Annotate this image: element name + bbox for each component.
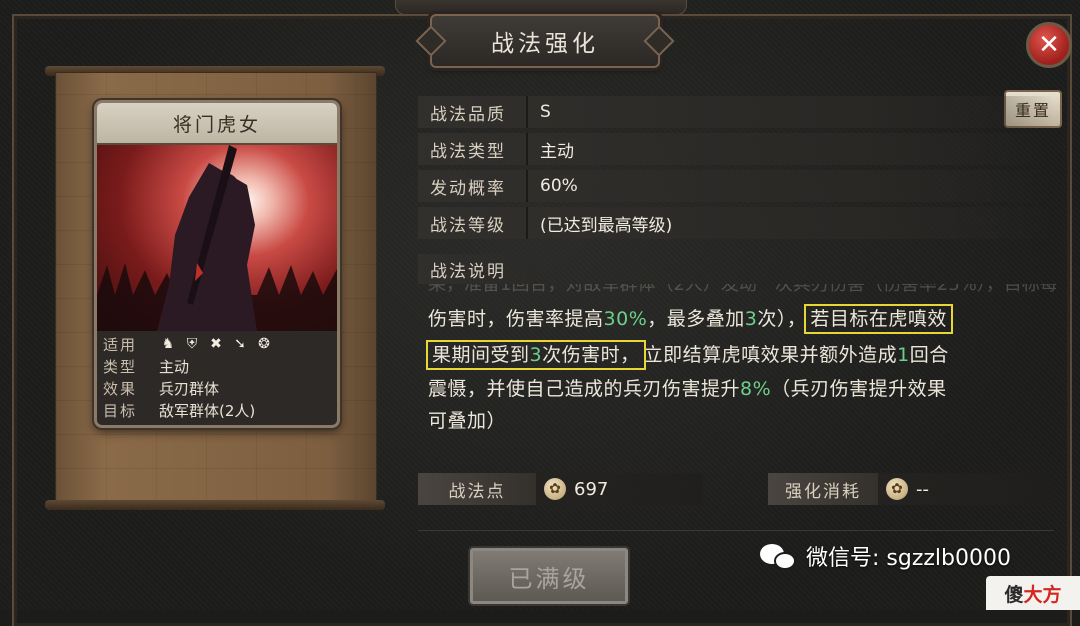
attr-value-level: (已达到最高等级) (540, 215, 673, 236)
attr-row-chance: 发动概率 60% (418, 170, 1054, 202)
info-value-type: 主动 (159, 357, 190, 376)
description-ghost-line: 果，准备1回合，对敌军群体（2人）发动一次兵刃伤害（伤害率25%），目标每次受到 (428, 284, 1056, 295)
description-line-4: 可叠加） (428, 410, 507, 432)
scroll-rod-bottom (45, 500, 385, 510)
tactic-card: 将门虎女 适用 ♞ ⛨ ✖ ➘ ❂ 类型 主动 效果 兵刃群体 目标 敌军群体(… (94, 100, 340, 428)
upgrade-cost-value: -- (916, 478, 929, 500)
info-value-target: 敌军群体(2人) (159, 401, 256, 420)
description-line-1: 伤害时，伤害率提高30%，最多叠加3次）， 若目标在虎嗔效 (428, 304, 953, 334)
site-logo: 傻大方 (986, 576, 1080, 610)
upgrade-cost-label: 强化消耗 (768, 473, 878, 505)
cavalry-icon: ♞ (161, 336, 175, 352)
card-info-row-type: 类型 主动 (103, 355, 331, 377)
highlight-box-2: 果期间受到3次伤害时， (426, 340, 646, 370)
card-info: 适用 ♞ ⛨ ✖ ➘ ❂ 类型 主动 效果 兵刃群体 目标 敌军群体(2人) (97, 331, 337, 423)
card-info-row-apply: 适用 ♞ ⛨ ✖ ➘ ❂ (103, 333, 331, 355)
info-value-effect: 兵刃群体 (159, 379, 220, 398)
card-title: 将门虎女 (97, 103, 337, 145)
tactic-points-label: 战法点 (418, 473, 536, 505)
attr-value-type: 主动 (540, 141, 574, 162)
description-label: 战法说明 (418, 254, 538, 284)
attr-row-type: 战法类型 主动 (418, 133, 1054, 165)
max-level-button[interactable]: 已满级 (470, 548, 628, 604)
description-line-3: 震慑，并使自己造成的兵刃伤害提升8%（兵刃伤害提升效果 (428, 378, 947, 400)
troop-icons: ♞ ⛨ ✖ ➘ ❂ (159, 335, 273, 353)
tactic-points-value: 697 (574, 478, 609, 500)
description-line-2: 果期间受到3次伤害时， 立即结算虎嗔效果并额外造成1回合 (426, 340, 949, 370)
close-icon: ✕ (1038, 30, 1060, 60)
watermark: 微信号: sgzzlb0000 (758, 540, 1011, 572)
close-button[interactable]: ✕ (1026, 22, 1072, 68)
info-label-apply: 适用 (103, 335, 138, 354)
shield-icon: ⛨ (186, 336, 198, 352)
card-info-row-target: 目标 敌军群体(2人) (103, 399, 331, 421)
card-info-row-effect: 效果 兵刃群体 (103, 377, 331, 399)
feather-coin-icon: ✿ (886, 478, 908, 500)
attr-label-quality: 战法品质 (418, 96, 528, 128)
highlight-box-1: 若目标在虎嗔效 (804, 304, 953, 334)
watermark-text: 微信号: sgzzlb0000 (806, 546, 1011, 571)
tactic-points-bar: 战法点 ✿ 697 (418, 473, 703, 505)
top-tab-edge (395, 0, 687, 15)
attr-value-chance: 60% (540, 176, 578, 196)
wechat-icon (758, 540, 798, 572)
divider (418, 530, 1054, 531)
attr-label-type: 战法类型 (418, 133, 528, 165)
spear-icon: ➘ (234, 336, 246, 352)
upgrade-cost-bar: 强化消耗 ✿ -- (768, 473, 1054, 505)
bow-icon: ✖ (210, 336, 222, 352)
title-plate: 战法强化 (430, 14, 660, 68)
description-box[interactable]: 果，准备1回合，对敌军群体（2人）发动一次兵刃伤害（伤害率25%），目标每次受到… (416, 284, 1056, 442)
warrior-silhouette-icon (97, 145, 337, 331)
feather-coin-icon: ✿ (544, 478, 566, 500)
attr-row-level: 战法等级 (已达到最高等级) (418, 207, 1054, 239)
card-artwork (97, 145, 337, 331)
info-label-type: 类型 (103, 357, 138, 376)
siege-icon: ❂ (258, 336, 270, 352)
attr-value-quality: S (540, 102, 551, 122)
attr-label-level: 战法等级 (418, 207, 528, 239)
attr-label-chance: 发动概率 (418, 170, 528, 202)
info-label-effect: 效果 (103, 379, 138, 398)
page-title: 战法强化 (491, 31, 599, 57)
info-label-target: 目标 (103, 401, 138, 420)
attr-row-quality: 战法品质 S (418, 96, 1054, 128)
